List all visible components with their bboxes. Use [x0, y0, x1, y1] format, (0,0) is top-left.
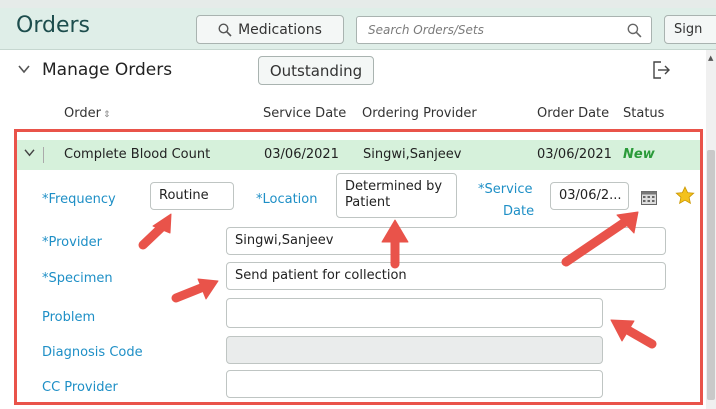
search-orders-input[interactable]: Search Orders/Sets — [356, 16, 652, 44]
orders-header: Orders Medications Search Orders/Sets Si… — [0, 8, 716, 50]
medications-button[interactable]: Medications — [196, 15, 344, 44]
sort-icon[interactable]: ⇕ — [103, 110, 111, 120]
export-icon[interactable] — [652, 61, 672, 79]
search-icon — [218, 22, 232, 37]
outstanding-button[interactable]: Outstanding — [258, 56, 374, 85]
search-icon[interactable] — [627, 23, 642, 38]
column-header-status[interactable]: Status — [623, 106, 664, 121]
search-placeholder: Search Orders/Sets — [368, 23, 484, 37]
medications-label: Medications — [238, 21, 322, 38]
sign-button[interactable]: Sign — [664, 15, 716, 44]
top-strip — [0, 0, 716, 8]
column-header-order[interactable]: Order ⇕ — [64, 106, 111, 121]
highlight-box — [14, 129, 703, 405]
scrollbar-thumb[interactable] — [707, 150, 715, 400]
manage-orders-bar: Manage Orders Outstanding — [0, 50, 706, 95]
column-header-order-date[interactable]: Order Date — [537, 106, 609, 121]
page-title: Orders — [16, 13, 90, 38]
sign-label: Sign — [674, 22, 703, 37]
chevron-down-icon[interactable] — [18, 64, 30, 74]
column-order-label: Order — [64, 106, 101, 121]
manage-orders-title: Manage Orders — [42, 60, 173, 80]
scroll-up-icon[interactable]: ▲ — [708, 54, 713, 62]
vertical-scrollbar[interactable]: ▲ — [706, 50, 716, 409]
column-header-ordering-provider[interactable]: Ordering Provider — [362, 106, 477, 121]
column-header-service-date[interactable]: Service Date — [263, 106, 346, 121]
outstanding-label: Outstanding — [269, 61, 363, 80]
